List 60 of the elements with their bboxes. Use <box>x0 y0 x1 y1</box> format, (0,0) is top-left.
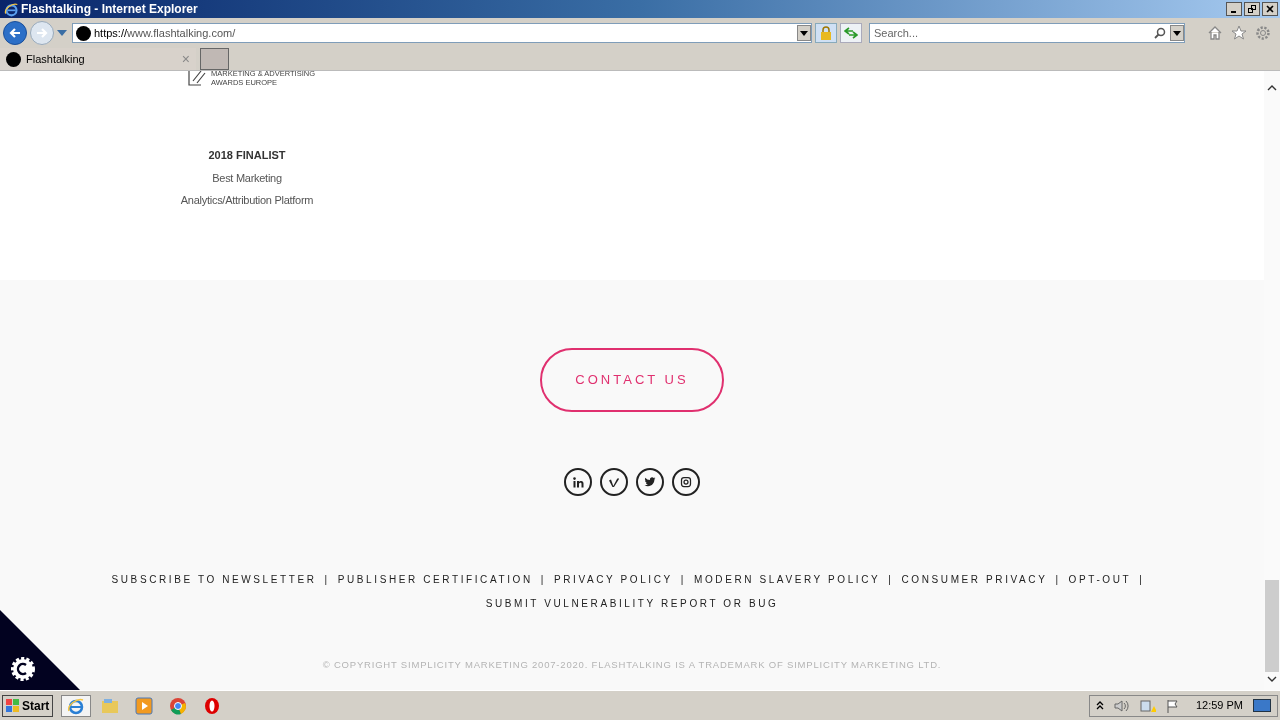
scroll-thumb[interactable] <box>1265 580 1279 672</box>
link-separator: | <box>540 573 546 587</box>
refresh-icon[interactable] <box>840 23 862 43</box>
footer-link[interactable]: MODERN SLAVERY POLICY <box>694 572 881 587</box>
tab-title: Flashtalking <box>26 51 85 67</box>
address-field[interactable]: https://www.flashtalking.com/ <box>72 23 812 43</box>
windows-logo-icon <box>6 698 20 713</box>
link-separator: | <box>680 573 686 587</box>
award-description: Analytics/Attribution Platform <box>180 193 314 208</box>
search-field[interactable]: Search... <box>870 24 1150 42</box>
speaker-icon[interactable] <box>1113 698 1130 713</box>
close-button[interactable] <box>1262 2 1278 16</box>
start-button[interactable]: Start <box>2 694 54 717</box>
scroll-down-icon[interactable] <box>1267 676 1277 682</box>
award-description: Best Marketing <box>212 170 282 186</box>
footer-link[interactable]: OPT-OUT <box>1068 572 1132 587</box>
window-title: Flashtalking - Internet Explorer <box>21 1 198 18</box>
link-separator: | <box>1055 573 1061 587</box>
chevron-up-icon[interactable] <box>1095 701 1104 710</box>
link-separator: | <box>888 573 894 587</box>
minimize-button[interactable] <box>1226 2 1242 16</box>
restore-button[interactable] <box>1244 2 1260 16</box>
search-icon[interactable] <box>1154 27 1166 39</box>
flag-icon[interactable] <box>1165 698 1180 713</box>
clock[interactable]: 12:59 PM <box>1195 697 1243 714</box>
linkedin-icon[interactable] <box>564 468 592 496</box>
home-icon[interactable] <box>1207 25 1223 41</box>
vimeo-icon[interactable] <box>600 468 628 496</box>
scroll-up-icon[interactable] <box>1267 85 1277 91</box>
restore-icon <box>1248 5 1256 13</box>
cookie-gear-icon <box>10 656 36 682</box>
instagram-icon[interactable] <box>672 468 700 496</box>
contact-us-button[interactable]: CONTACT US <box>540 348 724 412</box>
browser-tab[interactable]: Flashtalking × <box>0 48 196 70</box>
scrollbar[interactable] <box>1264 71 1280 690</box>
footer-link[interactable]: PRIVACY POLICY <box>553 572 673 587</box>
twitter-icon[interactable] <box>636 468 664 496</box>
url-text: https://www.flashtalking.com/ <box>94 25 236 41</box>
show-desktop-icon[interactable] <box>1253 699 1271 712</box>
award-heading: 2018 FINALIST <box>208 148 286 163</box>
link-separator: | <box>1139 573 1145 587</box>
search-bar[interactable]: Search... <box>869 23 1185 43</box>
footer-link[interactable]: SUBSCRIBE TO NEWSLETTER <box>111 572 317 587</box>
browser-icon[interactable] <box>61 694 92 717</box>
dropdown-icon[interactable] <box>797 25 811 41</box>
site-icon <box>76 25 91 41</box>
copyright-text: © COPYRIGHT SIMPLICITY MARKETING 2007-2020. FLASHTALKING IS A TRADEMARK OF SIMPLICITY MARKETING LTD. <box>322 658 942 672</box>
link-separator: | <box>324 573 330 587</box>
browser-icon <box>4 1 19 17</box>
footer-link[interactable]: CONSUMER PRIVACY <box>901 572 1048 587</box>
new-tab-button[interactable] <box>200 48 229 70</box>
back-button[interactable] <box>3 21 27 45</box>
back-icon <box>9 27 21 39</box>
star-icon[interactable] <box>1231 25 1247 41</box>
close-icon <box>1266 5 1274 13</box>
footer-link[interactable]: PUBLISHER CERTIFICATION <box>337 572 533 587</box>
footer-link[interactable]: SUBMIT VULNERABILITY REPORT OR BUG <box>485 596 779 611</box>
dropdown-icon[interactable] <box>1170 25 1184 41</box>
site-icon <box>6 51 21 67</box>
forward-icon <box>36 27 48 39</box>
